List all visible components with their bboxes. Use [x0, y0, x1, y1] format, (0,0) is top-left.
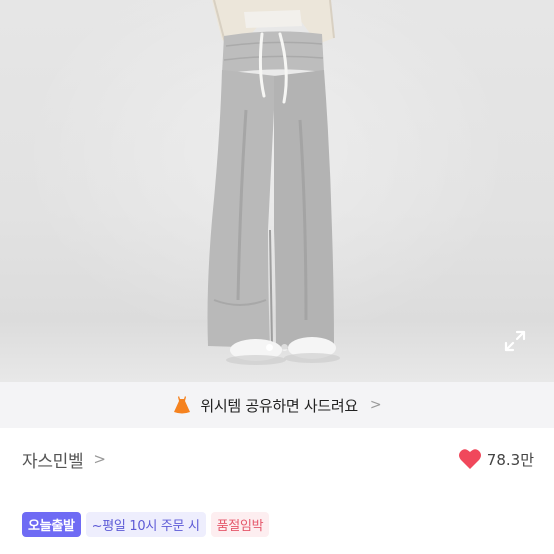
low-stock-badge: 품절임박 — [210, 511, 270, 537]
like-button[interactable]: 78.3만 — [458, 448, 534, 470]
order-cutoff-badge: ~평일 10시 주문 시 — [85, 511, 206, 537]
product-title-cropped — [22, 545, 542, 554]
delivery-badges: 오늘출발 ~평일 10시 주문 시 품절임박 — [22, 511, 270, 537]
wish-share-banner[interactable]: 위시템 공유하면 사드려요 > — [0, 382, 554, 428]
seller-link[interactable]: 자스민벨 > — [22, 447, 106, 472]
carousel-dot-1[interactable] — [266, 344, 273, 351]
chevron-right-icon: > — [369, 397, 382, 413]
seller-name: 자스민벨 — [22, 451, 84, 472]
model-wearing-pants — [207, 0, 340, 365]
like-count: 78.3만 — [486, 450, 534, 469]
carousel-indicator — [0, 344, 554, 351]
wish-banner-text: 위시템 공유하면 사드려요 — [200, 396, 358, 415]
orange-dress-icon — [174, 396, 191, 414]
heart-icon — [458, 449, 481, 469]
seller-row: 자스민벨 > 78.3만 — [0, 428, 554, 490]
expand-icon — [504, 330, 526, 352]
expand-image-button[interactable] — [502, 328, 528, 354]
chevron-right-icon: > — [93, 450, 106, 468]
today-shipping-badge: 오늘출발 — [22, 511, 81, 537]
product-image[interactable] — [0, 0, 554, 382]
carousel-dot-2[interactable] — [281, 344, 288, 351]
